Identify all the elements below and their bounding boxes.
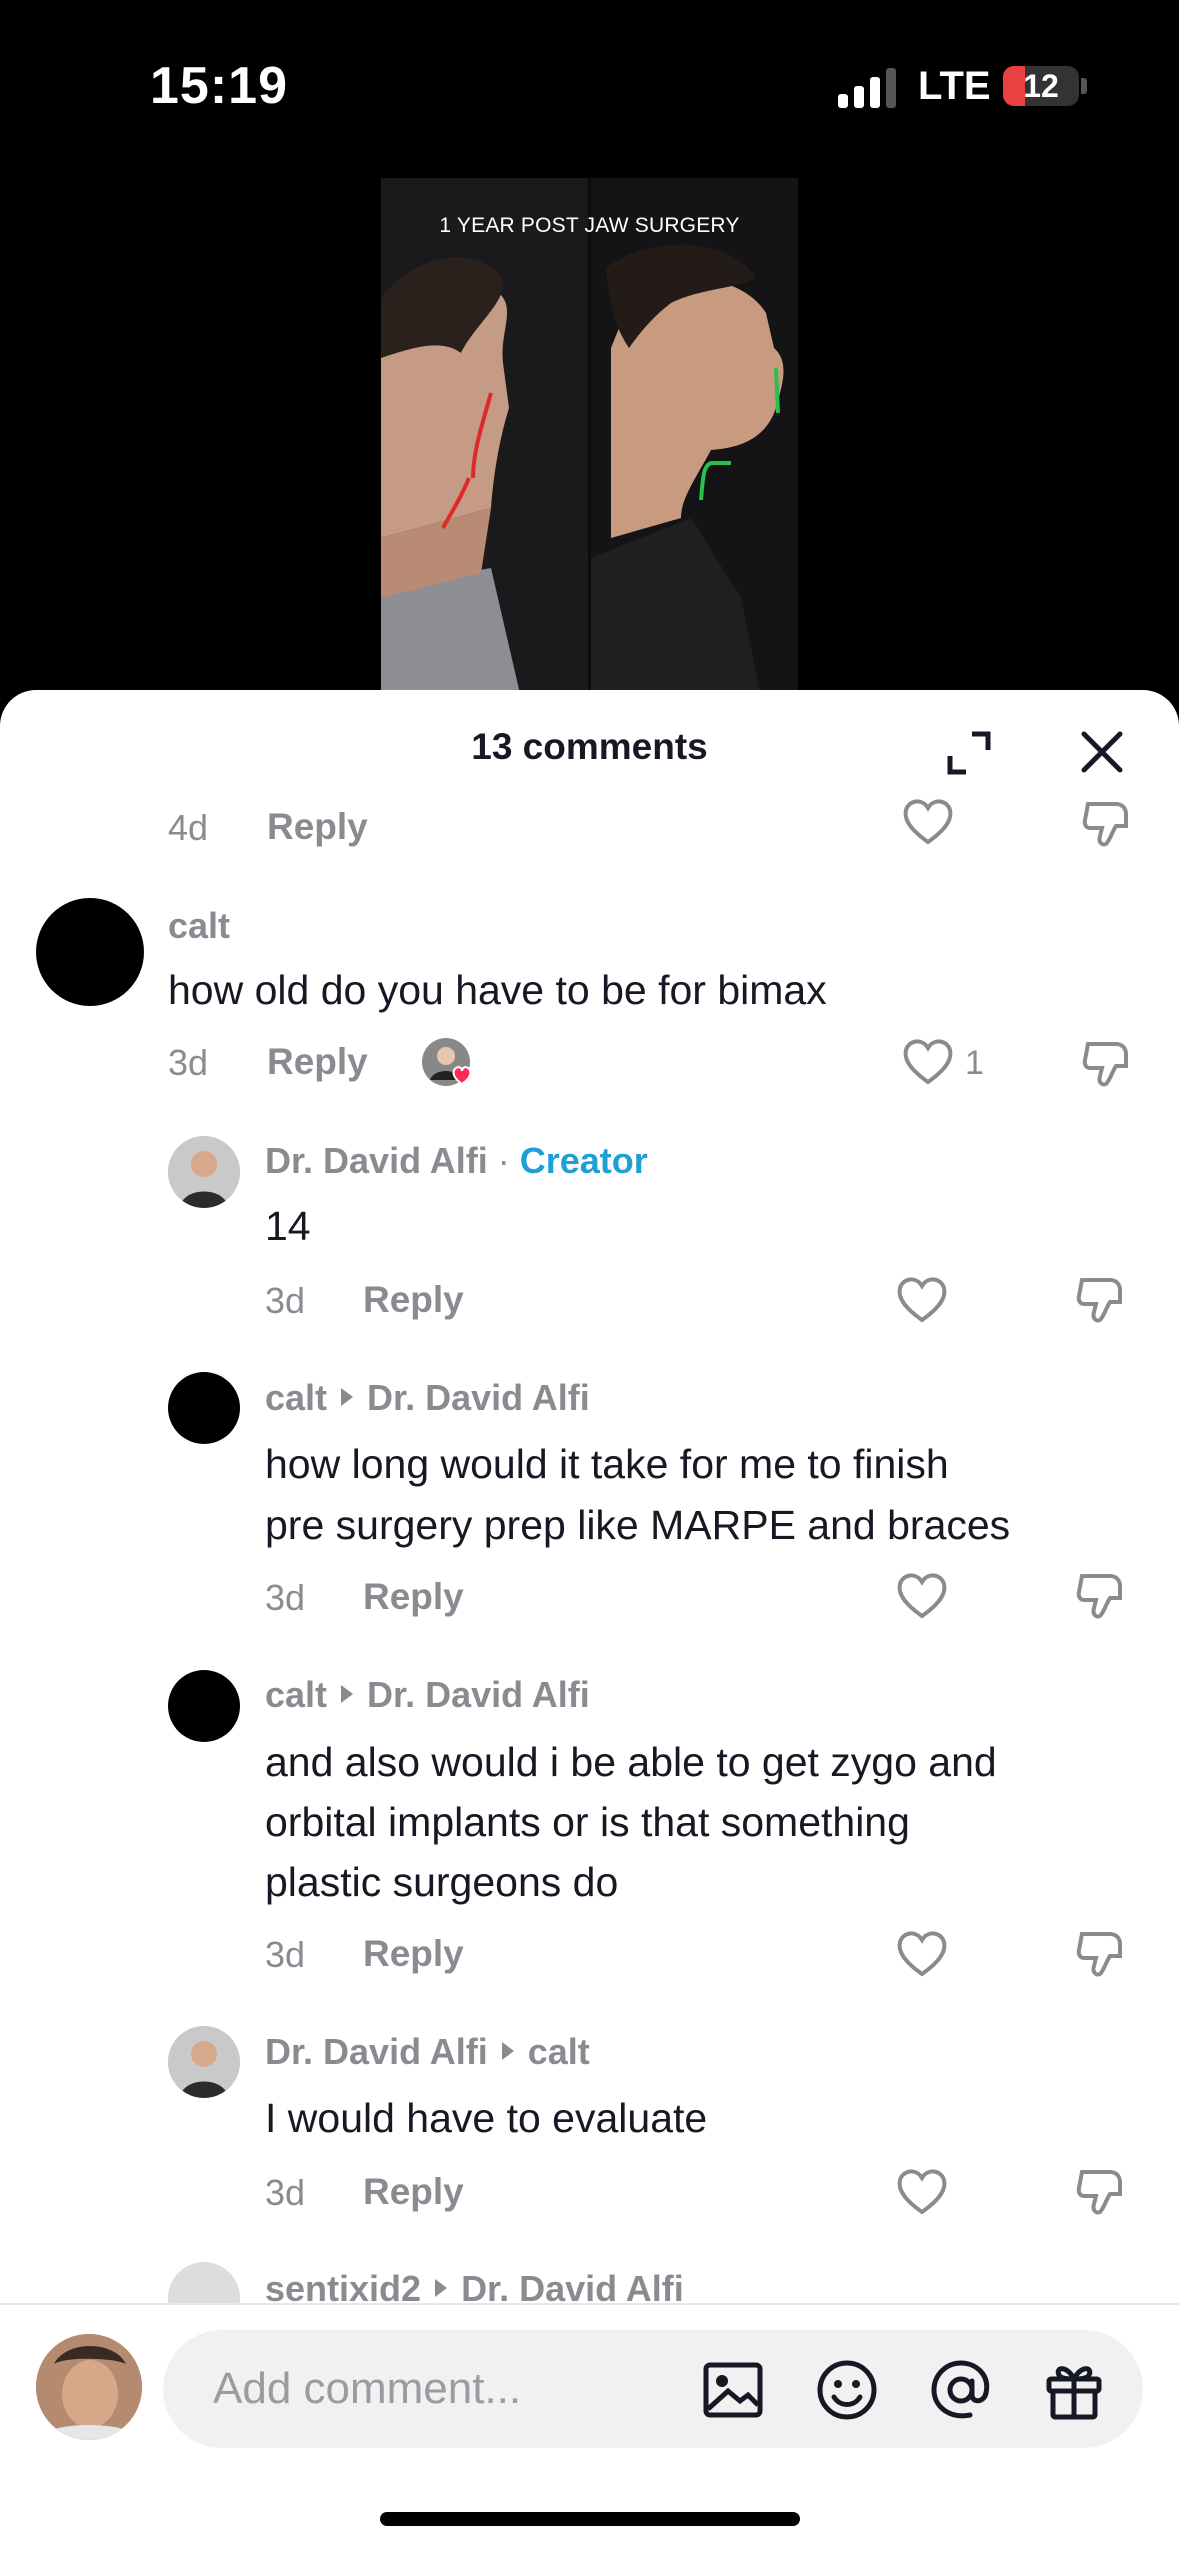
- network-label: LTE: [918, 64, 991, 108]
- avatar[interactable]: [168, 1136, 240, 1208]
- home-indicator[interactable]: [380, 2512, 800, 2526]
- comment-time: 3d: [265, 1280, 306, 1321]
- avatar[interactable]: [168, 1372, 240, 1444]
- reply-button[interactable]: Reply: [267, 806, 368, 848]
- comments-list[interactable]: 4d Reply calt how old do you have to be …: [0, 790, 1179, 2303]
- comment-author[interactable]: calt: [265, 1674, 327, 1715]
- signal-icon: [838, 68, 896, 108]
- comment-text-line: plastic surgeons do: [265, 1859, 619, 1905]
- comment-time: 3d: [265, 2172, 306, 2213]
- dislike-icon[interactable]: [1080, 796, 1136, 852]
- comment-time: 3d: [265, 1934, 306, 1975]
- comment-text: how old do you have to be for bimax: [168, 967, 827, 1013]
- creator-liked-badge: [422, 1038, 472, 1086]
- battery-icon: 12: [1003, 66, 1079, 106]
- comment-author-line[interactable]: Dr. David Alfi · Creator: [265, 1140, 648, 1182]
- comment-author[interactable]: Dr. David Alfi: [265, 1140, 488, 1181]
- expand-icon[interactable]: [942, 726, 996, 780]
- reply-to-author[interactable]: Dr. David Alfi: [367, 1674, 590, 1715]
- reply-arrow-icon: [435, 2279, 448, 2298]
- close-icon[interactable]: [1074, 724, 1130, 780]
- split-divider: [588, 178, 591, 698]
- comment-author[interactable]: sentixid2: [265, 2268, 421, 2303]
- avatar[interactable]: [168, 1670, 240, 1742]
- avatar[interactable]: [168, 2262, 240, 2303]
- reply-to-author[interactable]: calt: [528, 2031, 590, 2072]
- gift-icon[interactable]: [1041, 2357, 1107, 2423]
- dislike-icon[interactable]: [1074, 1926, 1130, 1982]
- my-avatar[interactable]: [36, 2334, 142, 2440]
- reply-arrow-icon: [501, 2042, 514, 2061]
- status-time: 15:19: [150, 57, 288, 115]
- comment-time: 4d: [168, 807, 209, 848]
- comment-author-line[interactable]: calt Dr. David Alfi: [265, 1377, 590, 1419]
- heart-icon[interactable]: [900, 1036, 956, 1088]
- reply-button[interactable]: Reply: [363, 1576, 464, 1618]
- comment-author-line[interactable]: Dr. David Alfi calt: [265, 2031, 590, 2073]
- comment-time: 3d: [265, 1577, 306, 1618]
- dislike-icon[interactable]: [1074, 2164, 1130, 2220]
- comment-author-line[interactable]: calt Dr. David Alfi: [265, 1674, 590, 1716]
- at-icon[interactable]: [928, 2357, 994, 2423]
- image-icon[interactable]: [700, 2357, 766, 2423]
- comment-text: I would have to evaluate: [265, 2095, 708, 2141]
- comment-text: 14: [265, 1203, 311, 1249]
- comment-author[interactable]: calt: [265, 1377, 327, 1418]
- dislike-icon[interactable]: [1074, 1568, 1130, 1624]
- author-separator: ·: [497, 1140, 510, 1181]
- reply-button[interactable]: Reply: [267, 1041, 368, 1083]
- comment-text-line: and also would i be able to get zygo and: [265, 1739, 997, 1785]
- reply-to-author[interactable]: Dr. David Alfi: [367, 1377, 590, 1418]
- battery-tip: [1081, 78, 1087, 94]
- reply-arrow-icon: [341, 1685, 354, 1704]
- comment-input[interactable]: [213, 2330, 693, 2448]
- status-bar: 15:19 LTE 12: [0, 0, 1179, 170]
- dislike-icon[interactable]: [1080, 1036, 1136, 1092]
- comment-author-line[interactable]: sentixid2 Dr. David Alfi: [265, 2268, 684, 2303]
- comments-count-title: 13 comments: [471, 726, 708, 767]
- comment-text-line: pre surgery prep like MARPE and braces: [265, 1502, 1011, 1548]
- reply-to-author[interactable]: Dr. David Alfi: [461, 2268, 684, 2303]
- comment-time: 3d: [168, 1042, 209, 1083]
- creator-badge: Creator: [519, 1140, 648, 1181]
- avatar[interactable]: [36, 898, 144, 1006]
- video-caption: 1 YEAR POST JAW SURGERY: [439, 214, 740, 237]
- avatar[interactable]: [168, 2026, 240, 2098]
- comment-author[interactable]: Dr. David Alfi: [265, 2031, 488, 2072]
- comment-author[interactable]: calt: [168, 905, 230, 947]
- comment-text-line: how long would it take for me to finish: [265, 1441, 949, 1487]
- heart-icon[interactable]: [894, 1274, 950, 1326]
- reply-button[interactable]: Reply: [363, 2171, 464, 2213]
- like-count: 1: [965, 1044, 984, 1082]
- reply-arrow-icon: [341, 1388, 354, 1407]
- comment-text-line: orbital implants or is that something: [265, 1799, 910, 1845]
- video-player[interactable]: 1 YEAR POST JAW SURGERY: [381, 178, 798, 698]
- reply-button[interactable]: Reply: [363, 1933, 464, 1975]
- dislike-icon[interactable]: [1074, 1272, 1130, 1328]
- emoji-icon[interactable]: [814, 2357, 880, 2423]
- reply-button[interactable]: Reply: [363, 1279, 464, 1321]
- battery-level: 12: [1023, 68, 1059, 104]
- heart-icon[interactable]: [894, 2166, 950, 2218]
- comment-input-pill[interactable]: [163, 2330, 1143, 2448]
- heart-icon[interactable]: [894, 1570, 950, 1622]
- heart-icon[interactable]: [894, 1928, 950, 1980]
- heart-icon[interactable]: [900, 796, 956, 848]
